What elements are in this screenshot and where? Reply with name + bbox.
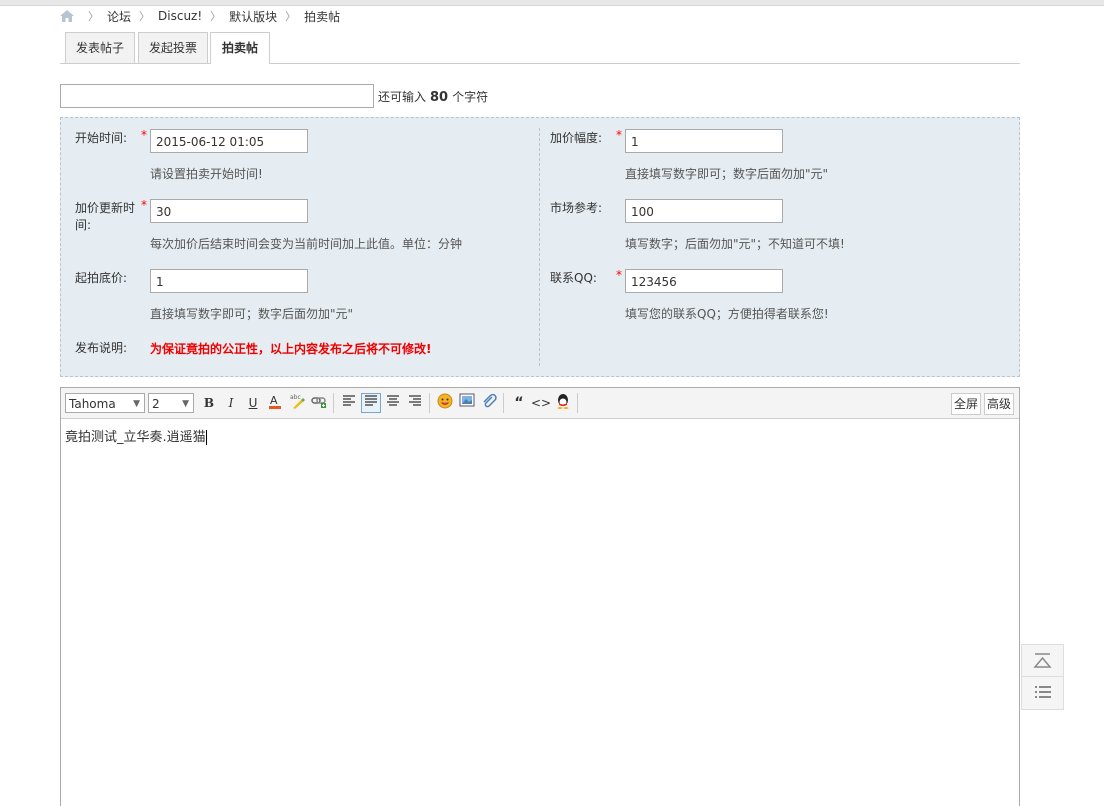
font-color-icon[interactable]: A <box>265 393 285 413</box>
breadcrumb-current: 拍卖帖 <box>304 9 341 24</box>
qq-icon[interactable] <box>553 393 573 413</box>
svg-text:abc: abc <box>290 394 301 401</box>
font-family-value: Tahoma <box>69 397 116 411</box>
post-editor: Tahoma ▼ 2 ▼ B I U A abc “ <> 全屏 高级 竟拍测试… <box>60 387 1020 806</box>
image-icon[interactable] <box>457 393 477 413</box>
subject-char-hint: 还可输入 80 个字符 <box>378 88 488 105</box>
breadcrumb-discuz[interactable]: Discuz! <box>158 9 202 23</box>
top-border <box>0 0 1104 6</box>
list-icon <box>1035 686 1051 698</box>
start-price-label: 起拍底价: <box>75 271 128 285</box>
increment-input[interactable]: 1 <box>625 129 783 153</box>
notice-warning: 为保证竟拍的公正性，以上内容发布之后将不可修改! <box>150 342 432 356</box>
text-caret <box>205 430 207 445</box>
extend-time-input[interactable]: 30 <box>150 199 308 223</box>
breadcrumb: 〉 论坛 〉 Discuz! 〉 默认版块 〉 拍卖帖 <box>60 7 340 25</box>
fullscreen-button[interactable]: 全屏 <box>951 393 982 415</box>
align-center-icon[interactable] <box>383 393 403 413</box>
tab-new-poll[interactable]: 发起投票 <box>138 32 208 63</box>
svg-text:A: A <box>270 394 278 407</box>
tab-auction[interactable]: 拍卖帖 <box>210 32 270 64</box>
italic-icon[interactable]: I <box>221 393 241 413</box>
font-size-value: 2 <box>152 397 160 411</box>
toolbar-separator <box>503 393 504 413</box>
required-mark: * <box>616 268 622 282</box>
subject-hint-suffix: 个字符 <box>452 90 489 104</box>
extend-time-tip: 每次加价后结束时间会变为当前时间加上此值。单位：分钟 <box>150 237 463 251</box>
align-right-icon[interactable] <box>405 393 425 413</box>
editor-toolbar: Tahoma ▼ 2 ▼ B I U A abc “ <> 全屏 高级 <box>61 388 1019 419</box>
toolbar-separator <box>333 393 334 413</box>
contact-qq-tip: 填写您的联系QQ；方便拍得者联系您! <box>625 307 829 321</box>
breadcrumb-separator: 〉 <box>210 10 222 23</box>
toolbar-separator <box>429 393 430 413</box>
increment-label: 加价幅度: <box>550 131 603 145</box>
align-justify-icon[interactable] <box>361 393 381 413</box>
contact-qq-label: 联系QQ: <box>550 271 597 285</box>
breadcrumb-separator: 〉 <box>139 10 151 23</box>
font-size-select[interactable]: 2 ▼ <box>148 393 194 413</box>
back-to-top-button[interactable] <box>1021 644 1064 678</box>
code-icon[interactable]: <> <box>531 393 551 413</box>
extend-time-label: 加价更新时间: <box>75 201 136 232</box>
required-mark: * <box>141 128 147 142</box>
breadcrumb-forum[interactable]: 论坛 <box>107 8 131 25</box>
attachment-icon[interactable] <box>479 393 499 413</box>
chevron-down-icon: ▼ <box>133 399 140 409</box>
link-icon[interactable] <box>309 393 329 413</box>
breadcrumb-separator: 〉 <box>285 10 297 23</box>
start-time-label: 开始时间: <box>75 131 128 145</box>
subject-remaining-count: 80 <box>430 90 449 105</box>
market-ref-label: 市场参考: <box>550 201 603 215</box>
subject-input[interactable] <box>60 84 374 108</box>
editor-content[interactable]: 竟拍测试_立华奏.逍遥猫 <box>65 426 207 445</box>
quote-icon[interactable]: “ <box>509 393 529 413</box>
back-to-top-icon <box>1033 653 1052 668</box>
market-ref-input[interactable]: 100 <box>625 199 783 223</box>
breadcrumb-separator: 〉 <box>88 10 99 23</box>
notice-label: 发布说明: <box>75 341 128 355</box>
start-time-tip: 请设置拍卖开始时间! <box>150 167 263 181</box>
increment-tip: 直接填写数字即可；数字后面勿加"元" <box>625 167 829 181</box>
start-time-input[interactable]: 2015-06-12 01:05 <box>150 129 308 153</box>
home-icon[interactable] <box>60 10 74 22</box>
font-family-select[interactable]: Tahoma ▼ <box>65 393 145 413</box>
contact-qq-input[interactable]: 123456 <box>625 269 783 293</box>
smiley-icon[interactable] <box>435 393 455 413</box>
advanced-mode-button[interactable]: 高级 <box>984 393 1015 415</box>
bold-icon[interactable]: B <box>199 393 219 413</box>
chevron-down-icon: ▼ <box>182 399 189 409</box>
auction-settings-box: 开始时间: * 2015-06-12 01:05 请设置拍卖开始时间! 加价更新… <box>60 117 1020 377</box>
start-price-input[interactable]: 1 <box>150 269 308 293</box>
market-ref-tip: 填写数字；后面勿加"元"；不知道可不填! <box>625 237 845 251</box>
post-type-tabs: 发表帖子 发起投票 拍卖帖 <box>60 32 1020 64</box>
column-divider <box>539 128 540 366</box>
required-mark: * <box>141 198 147 212</box>
align-left-icon[interactable] <box>339 393 359 413</box>
breadcrumb-default-board[interactable]: 默认版块 <box>229 8 277 25</box>
highlight-icon[interactable]: abc <box>287 393 307 413</box>
toolbar-separator <box>577 393 578 413</box>
required-mark: * <box>616 128 622 142</box>
tab-new-post[interactable]: 发表帖子 <box>65 32 135 63</box>
editor-text: 竟拍测试_立华奏.逍遥猫 <box>65 430 206 445</box>
subject-hint-prefix: 还可输入 <box>378 90 427 104</box>
start-price-tip: 直接填写数字即可；数字后面勿加"元" <box>150 307 354 321</box>
list-button[interactable] <box>1021 676 1064 710</box>
underline-icon[interactable]: U <box>243 393 263 413</box>
